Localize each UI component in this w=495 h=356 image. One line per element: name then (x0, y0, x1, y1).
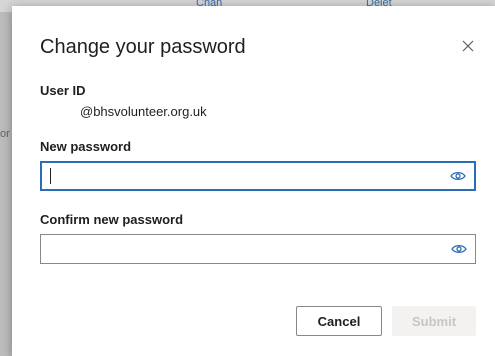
user-id-label: User ID (40, 83, 86, 98)
new-password-field[interactable] (40, 161, 476, 191)
close-icon (462, 40, 474, 52)
confirm-password-field[interactable] (40, 234, 476, 264)
change-password-dialog: Change your password User ID @bhsvolunte… (12, 6, 495, 356)
confirm-password-input[interactable] (41, 235, 475, 263)
cancel-button[interactable]: Cancel (296, 306, 382, 336)
user-id-value: @bhsvolunteer.org.uk (80, 104, 207, 119)
new-password-label: New password (40, 139, 132, 154)
new-password-input[interactable] (42, 163, 474, 189)
dialog-title: Change your password (40, 36, 246, 58)
background-side-text: or (0, 128, 10, 140)
submit-button[interactable]: Submit (392, 306, 476, 336)
text-caret (50, 168, 51, 184)
eye-icon (451, 244, 467, 254)
eye-icon (450, 171, 466, 181)
confirm-password-label: Confirm new password (40, 212, 184, 227)
show-password-toggle[interactable] (450, 170, 466, 182)
show-confirm-password-toggle[interactable] (451, 243, 467, 255)
close-button[interactable] (458, 36, 478, 56)
